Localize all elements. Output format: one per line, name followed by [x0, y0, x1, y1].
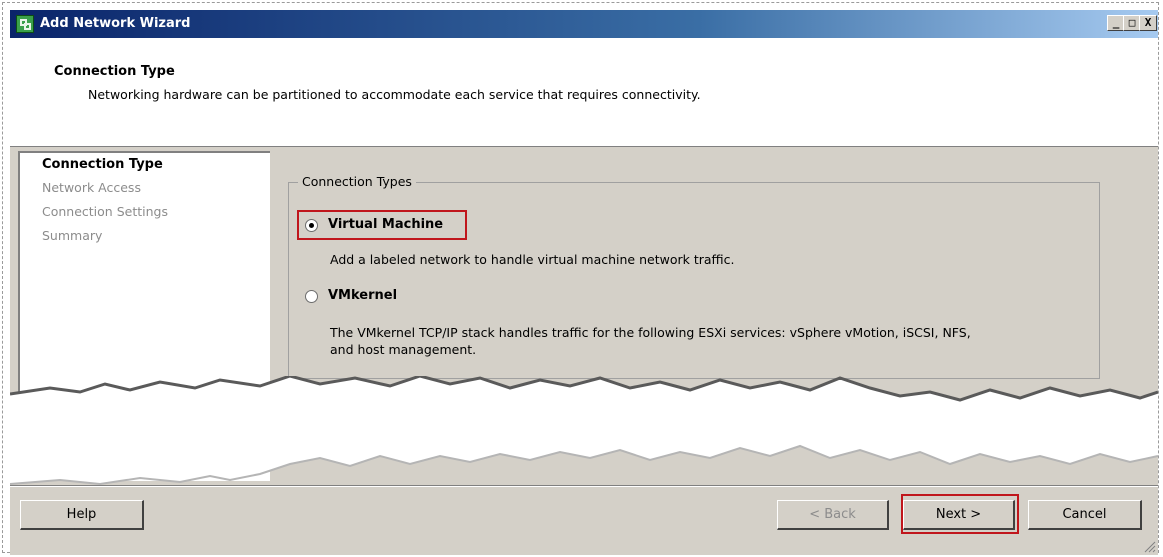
step-connection-settings[interactable]: Connection Settings — [42, 204, 168, 219]
wizard-header: Connection Type Networking hardware can … — [10, 38, 1158, 147]
torn-page-effect — [10, 376, 1158, 486]
minimize-icon: _ — [1112, 16, 1120, 29]
step-summary[interactable]: Summary — [42, 228, 102, 243]
cancel-button[interactable]: Cancel — [1028, 500, 1142, 530]
virtual-machine-radio[interactable] — [305, 219, 318, 232]
resize-grip-icon[interactable] — [1142, 539, 1156, 553]
page-description: Networking hardware can be partitioned t… — [88, 87, 701, 102]
vmkernel-description-line2: and host management. — [330, 342, 477, 357]
button-bar-separator — [10, 485, 1158, 487]
close-button[interactable]: X — [1139, 15, 1157, 31]
next-button[interactable]: Next > — [903, 500, 1015, 530]
radio-selected-dot — [309, 223, 314, 228]
step-network-access[interactable]: Network Access — [42, 180, 141, 195]
virtual-machine-description: Add a labeled network to handle virtual … — [330, 252, 735, 267]
app-icon — [16, 15, 34, 33]
window-title: Add Network Wizard — [40, 16, 191, 31]
page-title: Connection Type — [54, 64, 175, 79]
maximize-icon: □ — [1128, 16, 1136, 29]
back-button[interactable]: < Back — [777, 500, 889, 530]
wizard-window: Add Network Wizard _ □ X Connection Type… — [10, 10, 1158, 555]
virtual-machine-label[interactable]: Virtual Machine — [328, 217, 443, 232]
close-icon: X — [1144, 16, 1152, 29]
vmkernel-description-line1: The VMkernel TCP/IP stack handles traffi… — [330, 325, 971, 340]
step-connection-type[interactable]: Connection Type — [42, 157, 163, 172]
title-bar[interactable]: Add Network Wizard _ □ X — [10, 10, 1158, 38]
vmkernel-radio[interactable] — [305, 290, 318, 303]
vmkernel-label[interactable]: VMkernel — [328, 288, 397, 303]
connection-types-legend: Connection Types — [298, 174, 416, 189]
help-button[interactable]: Help — [20, 500, 144, 530]
